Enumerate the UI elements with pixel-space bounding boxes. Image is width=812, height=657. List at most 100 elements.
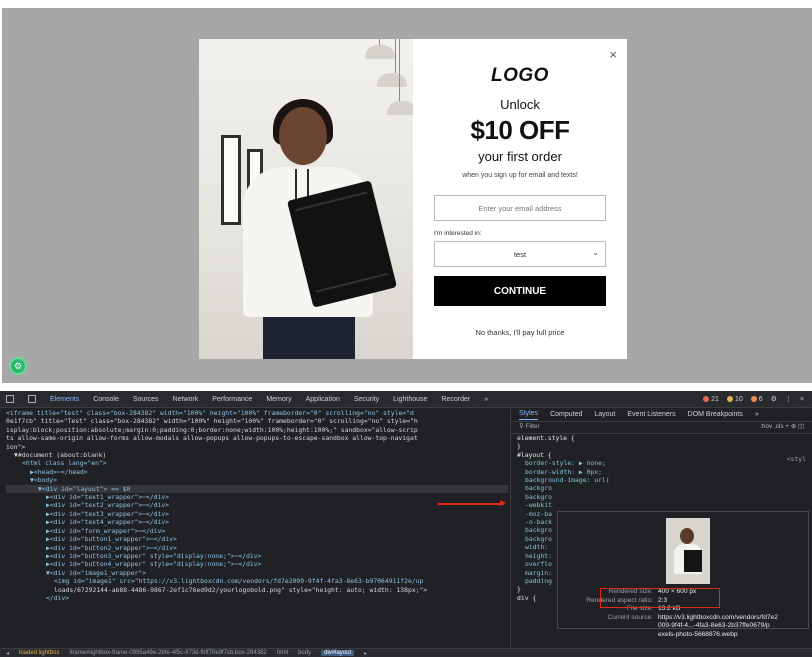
tab-network[interactable]: Network — [173, 396, 199, 403]
chevron-down-icon: ⌄ — [592, 248, 599, 257]
dom-node-line[interactable]: ▼<div id="image1_wrapper"> — [6, 569, 508, 577]
signup-note: when you sign up for email and texts! — [462, 172, 578, 179]
tab-memory[interactable]: Memory — [266, 396, 291, 403]
popup-photo — [199, 39, 413, 359]
current-source-line-2: 009-9f4f-4...-4fa3-8e63-2b37ffe0679/p — [658, 622, 770, 630]
dom-node-line[interactable]: <iframe title="test" class="box-284382" … — [6, 409, 508, 417]
styles-tab-event-listeners[interactable]: Event Listeners — [627, 411, 675, 419]
styles-tab-more[interactable]: » — [755, 411, 759, 419]
styles-tabbar: Styles Computed Layout Event Listeners DOM B… — [511, 409, 812, 422]
warning-count: 10 — [734, 395, 743, 403]
email-field[interactable]: Enter your email address — [434, 195, 606, 221]
filter-input[interactable]: Filter — [525, 423, 539, 431]
warning-icon — [726, 395, 733, 402]
unlock-text: Unlock — [500, 97, 540, 112]
styles-filter[interactable]: ⊽ Filter :hov .cls + ⊕ ◫ — [511, 422, 812, 434]
annotation-highlight-box — [600, 588, 720, 608]
dom-node-line[interactable]: ▶<div id="text4_wrapper">⋯</div> — [6, 518, 508, 526]
dom-node-line[interactable]: ts allow-same-origin allow-forms allow-m… — [6, 434, 508, 442]
tab-security[interactable]: Security — [354, 396, 379, 403]
tab-performance[interactable]: Performance — [212, 396, 252, 403]
info-count: 6 — [758, 395, 763, 403]
dom-node-line[interactable]: ▶<div id="form_wrapper">⋯</div> — [6, 527, 508, 535]
breadcrumb-item[interactable]: div#layout — [321, 650, 355, 656]
interest-value: test — [513, 249, 527, 259]
console-badges[interactable]: 21 10 6 ⚙ ⋮ × — [703, 395, 804, 403]
styles-tab-dom-breakpoints[interactable]: DOM Breakpoints — [688, 411, 743, 419]
css-property-line[interactable]: border-style: ▶ none; — [511, 459, 812, 467]
devtools-tabbar: Elements Console Sources Network Performance… — [0, 391, 812, 408]
interest-select[interactable]: test ⌄ — [434, 241, 606, 267]
decline-link[interactable]: No thanks, I'll pay full price — [413, 328, 627, 337]
kebab-menu-icon[interactable]: ⋮ — [785, 395, 792, 403]
dom-node-line[interactable]: isplay:block;position:absolute;margin:0;… — [6, 426, 508, 434]
current-source-line-1: https://v3.lightboxcdn.com/vendors/fd7e2 — [658, 613, 778, 621]
dom-node-line[interactable]: </div> — [6, 594, 508, 602]
signup-popup: × LOGO Unlock $10 OFF your first order w… — [199, 39, 627, 359]
styles-pane: Styles Computed Layout Event Listeners DOM B… — [510, 409, 812, 649]
tab-elements[interactable]: Elements — [50, 396, 79, 403]
dom-node-line[interactable]: ▶<head>⋯</head> — [6, 468, 508, 476]
dom-node-line[interactable]: ▼<div id="layout"> == $0 — [6, 484, 508, 494]
breadcrumb-item[interactable]: ◂ — [6, 650, 9, 657]
dom-node-line[interactable]: ▶<div id="text1_wrapper">⋯</div> — [6, 493, 508, 501]
inspect-icon[interactable] — [6, 395, 14, 403]
dom-node-line[interactable]: ▶<div id="text3_wrapper">⋯</div> — [6, 510, 508, 518]
logo: LOGO — [491, 65, 549, 86]
css-selector-line[interactable]: } — [511, 442, 812, 450]
dom-node-line[interactable]: <img id="image1" src="https://v3.lightbo… — [6, 577, 508, 585]
css-selector-line[interactable]: element.style { — [511, 434, 812, 442]
close-devtools-icon[interactable]: × — [800, 396, 804, 403]
dom-node-line[interactable]: ▼#document (about:blank) — [6, 451, 508, 459]
interest-label: I'm interested in: — [434, 230, 482, 237]
dom-node-line[interactable]: ▶<div id="text2_wrapper">⋯</div> — [6, 501, 508, 509]
css-property-line[interactable]: background-image: url( — [511, 476, 812, 484]
styles-tab-layout[interactable]: Layout — [594, 411, 615, 419]
breadcrumb: ◂ loaded lightbox iframe#lightbox-frame-09… — [0, 648, 812, 657]
page-background: × LOGO Unlock $10 OFF your first order w… — [2, 8, 812, 383]
tab-lighthouse[interactable]: Lighthouse — [393, 396, 427, 403]
css-property-line[interactable]: -webkit — [511, 501, 812, 509]
close-icon[interactable]: × — [609, 47, 617, 62]
breadcrumb-item[interactable]: iframe#lightbox-frame-0995a49e-2bfe-4f5c… — [69, 650, 266, 656]
popup-form: × LOGO Unlock $10 OFF your first order w… — [413, 39, 627, 359]
error-count: 21 — [711, 395, 719, 403]
current-source-line-3: exels-photo-5668876.webp — [658, 630, 738, 638]
image-preview-thumbnail — [666, 518, 710, 584]
breadcrumb-item[interactable]: ▸ — [364, 650, 367, 657]
tab-console[interactable]: Console — [93, 396, 119, 403]
dom-node-line[interactable]: 0e1f7cb" title="Test" class="box-284382"… — [6, 417, 508, 425]
dom-node-line[interactable]: ▶<div id="button4_wrapper" style="displa… — [6, 560, 508, 568]
info-icon — [750, 395, 757, 402]
tab-sources[interactable]: Sources — [133, 396, 159, 403]
styles-toolbar-icons[interactable]: :hov .cls + ⊕ ◫ — [760, 423, 804, 431]
elements-tree[interactable]: <iframe title="test" class="box-284382" … — [0, 409, 508, 649]
css-property-line[interactable]: backgro — [511, 493, 812, 501]
style-source-link[interactable]: <styl — [787, 455, 806, 463]
dom-node-line[interactable]: ion"> — [6, 443, 508, 451]
dom-node-line[interactable]: ▼<body> — [6, 476, 508, 484]
offer-heading: $10 OFF — [470, 115, 570, 145]
dom-node-line[interactable]: ▶<div id="button3_wrapper" style="displa… — [6, 552, 508, 560]
breadcrumb-item[interactable]: html — [277, 650, 288, 656]
css-property-line[interactable]: backgro — [511, 484, 812, 492]
css-property-line[interactable]: border-width: ▶ 0px; — [511, 468, 812, 476]
tab-recorder[interactable]: Recorder — [441, 396, 470, 403]
breadcrumb-item[interactable]: body — [298, 650, 311, 656]
dom-node-line[interactable]: <html class lang="en"> — [6, 459, 508, 467]
error-icon — [703, 395, 710, 402]
dom-node-line[interactable]: ▶<div id="button2_wrapper">⋯</div> — [6, 544, 508, 552]
tab-[interactable]: » — [484, 396, 488, 403]
image-preview-popover: Rendered size: 400 × 600 px Rendered aspe… — [557, 511, 809, 638]
device-toolbar-icon[interactable] — [28, 395, 36, 403]
dom-node-line[interactable]: loads/67292144-ab88-4486-9867-2ef1c76ed9… — [6, 586, 508, 594]
styles-tab-computed[interactable]: Computed — [550, 411, 582, 419]
continue-button[interactable]: CONTINUE — [434, 276, 606, 306]
chat-widget-icon[interactable]: ⚙ — [9, 357, 27, 375]
breadcrumb-item[interactable]: loaded lightbox — [19, 650, 59, 656]
tab-application[interactable]: Application — [306, 396, 340, 403]
styles-tab-styles[interactable]: Styles — [519, 410, 539, 420]
settings-gear-icon[interactable]: ⚙ — [771, 395, 777, 403]
css-selector-line[interactable]: #layout { — [511, 451, 812, 459]
dom-node-line[interactable]: ▶<div id="button1_wrapper">⋯</div> — [6, 535, 508, 543]
